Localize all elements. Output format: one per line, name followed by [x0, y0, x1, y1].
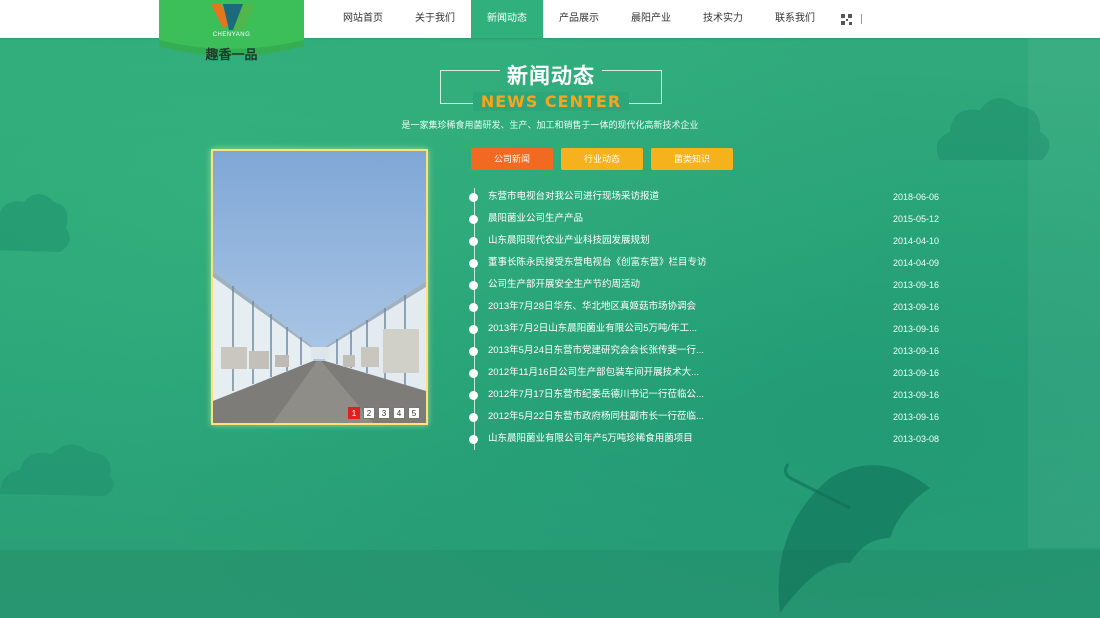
- timeline-dot-icon: [469, 346, 478, 356]
- news-category-tabs: 公司新闻 行业动态 菌类知识: [471, 148, 733, 170]
- timeline-dot-icon: [469, 192, 478, 202]
- news-date: 2018-06-06: [892, 192, 939, 202]
- warehouse-photo: [213, 151, 426, 423]
- nav-item-1[interactable]: 关于我们: [399, 0, 471, 38]
- timeline-dot-icon: [469, 412, 478, 422]
- logo-slogan: 趣香一品: [205, 48, 258, 63]
- news-title-link[interactable]: 2013年7月2日山东晨阳菌业有限公司5万吨/年工...: [488, 318, 879, 340]
- tab-mushroom-knowledge[interactable]: 菌类知识: [651, 148, 733, 170]
- news-item[interactable]: 东营市电视台对我公司进行现场采访报道 2018-06-06: [469, 186, 939, 208]
- logo-brand-text: CHENYANG: [212, 32, 251, 38]
- nav-item-2[interactable]: 新闻动态: [471, 0, 543, 38]
- news-title-link[interactable]: 2013年7月28日华东、华北地区真姬菇市场协调会: [488, 296, 879, 318]
- news-date: 2013-09-16: [892, 302, 939, 312]
- news-item[interactable]: 2012年11月16日公司生产部包装车间开展技术大... 2013-09-16: [469, 362, 939, 384]
- main-nav: 网站首页 关于我们 新闻动态 产品展示 晨阳产业 技术实力 联系我们: [327, 0, 862, 38]
- news-item[interactable]: 山东晨阳菌业有限公司年产5万吨珍稀食用菌项目 2013-03-08: [469, 428, 939, 450]
- cloud-decoration-bottom-left: [0, 444, 114, 496]
- section-title-cn: 新闻动态: [507, 64, 595, 88]
- news-item[interactable]: 2012年7月17日东营市纪委岳德川书记一行莅临公... 2013-09-16: [469, 384, 939, 406]
- news-date: 2013-09-16: [892, 390, 939, 400]
- timeline-dot-icon: [469, 280, 478, 290]
- news-item[interactable]: 2013年7月28日华东、华北地区真姬菇市场协调会 2013-09-16: [469, 296, 939, 318]
- news-item[interactable]: 山东晨阳现代农业产业科技园发展规划 2014-04-10: [469, 230, 939, 252]
- timeline-dot-icon: [469, 258, 478, 268]
- news-title-link[interactable]: 晨阳菌业公司生产产品: [488, 208, 879, 230]
- cloud-decoration-left: [0, 194, 70, 252]
- news-photo-slider[interactable]: 12345: [211, 149, 428, 425]
- timeline-dot-icon: [469, 236, 478, 246]
- news-date: 2015-05-12: [892, 214, 939, 224]
- news-date: 2013-09-16: [892, 346, 939, 356]
- timeline-dot-icon: [469, 324, 478, 334]
- news-date: 2014-04-09: [892, 258, 939, 268]
- news-item[interactable]: 董事长陈永民接受东营电视台《创富东营》栏目专访 2014-04-09: [469, 252, 939, 274]
- news-title-link[interactable]: 2012年11月16日公司生产部包装车间开展技术大...: [488, 362, 879, 384]
- news-item[interactable]: 2013年5月24日东营市党建研究会会长张传斐一行... 2013-09-16: [469, 340, 939, 362]
- timeline-dot-icon: [469, 302, 478, 312]
- news-title-link[interactable]: 董事长陈永民接受东营电视台《创富东营》栏目专访: [488, 252, 879, 274]
- nav-item-5[interactable]: 技术实力: [687, 0, 759, 38]
- news-title-link[interactable]: 山东晨阳菌业有限公司年产5万吨珍稀食用菌项目: [488, 428, 879, 450]
- umbrella-decoration: [778, 463, 930, 613]
- site-logo[interactable]: CHENYANG 趣香一品: [159, 0, 304, 70]
- news-date: 2013-09-16: [892, 324, 939, 334]
- news-title-link[interactable]: 2012年7月17日东营市纪委岳德川书记一行莅临公...: [488, 384, 879, 406]
- news-date: 2013-09-16: [892, 280, 939, 290]
- tab-company-news[interactable]: 公司新闻: [471, 148, 553, 170]
- news-title-link[interactable]: 东营市电视台对我公司进行现场采访报道: [488, 186, 879, 208]
- news-title-link[interactable]: 公司生产部开展安全生产节约周活动: [488, 274, 879, 296]
- slider-page-5[interactable]: 5: [408, 407, 420, 419]
- news-date: 2013-09-16: [892, 368, 939, 378]
- nav-item-6[interactable]: 联系我们: [759, 0, 831, 38]
- news-item[interactable]: 2013年7月2日山东晨阳菌业有限公司5万吨/年工... 2013-09-16: [469, 318, 939, 340]
- timeline-dot-icon: [469, 214, 478, 224]
- slider-page-3[interactable]: 3: [378, 407, 390, 419]
- nav-divider: [861, 14, 862, 24]
- slider-page-2[interactable]: 2: [363, 407, 375, 419]
- news-title-link[interactable]: 山东晨阳现代农业产业科技园发展规划: [488, 230, 879, 252]
- slider-page-4[interactable]: 4: [393, 407, 405, 419]
- timeline-dot-icon: [469, 434, 478, 444]
- slider-pager: 12345: [348, 407, 420, 419]
- section-header: 新闻动态 NEWS CENTER: [440, 60, 662, 111]
- section-title-en: NEWS CENTER: [440, 92, 662, 111]
- qr-code-icon[interactable]: [831, 0, 861, 38]
- nav-item-4[interactable]: 晨阳产业: [615, 0, 687, 38]
- nav-item-0[interactable]: 网站首页: [327, 0, 399, 38]
- section-title-en-text: NEWS CENTER: [472, 92, 630, 111]
- news-item[interactable]: 2012年5月22日东营市政府杨同柱副市长一行莅临... 2013-09-16: [469, 406, 939, 428]
- news-title-link[interactable]: 2012年5月22日东营市政府杨同柱副市长一行莅临...: [488, 406, 879, 428]
- section-subtitle: 是一家集珍稀食用菌研发、生产、加工和销售于一体的现代化高新技术企业: [401, 120, 699, 130]
- news-date: 2013-03-08: [892, 434, 939, 444]
- news-date: 2014-04-10: [892, 236, 939, 246]
- news-list: 东营市电视台对我公司进行现场采访报道 2018-06-06 晨阳菌业公司生产产品 20…: [469, 186, 939, 450]
- timeline-dot-icon: [469, 390, 478, 400]
- nav-item-3[interactable]: 产品展示: [543, 0, 615, 38]
- news-item[interactable]: 公司生产部开展安全生产节约周活动 2013-09-16: [469, 274, 939, 296]
- news-title-link[interactable]: 2013年5月24日东营市党建研究会会长张传斐一行...: [488, 340, 879, 362]
- slider-page-1[interactable]: 1: [348, 407, 360, 419]
- news-item[interactable]: 晨阳菌业公司生产产品 2015-05-12: [469, 208, 939, 230]
- news-date: 2013-09-16: [892, 412, 939, 422]
- tab-industry-news[interactable]: 行业动态: [561, 148, 643, 170]
- timeline-dot-icon: [469, 368, 478, 378]
